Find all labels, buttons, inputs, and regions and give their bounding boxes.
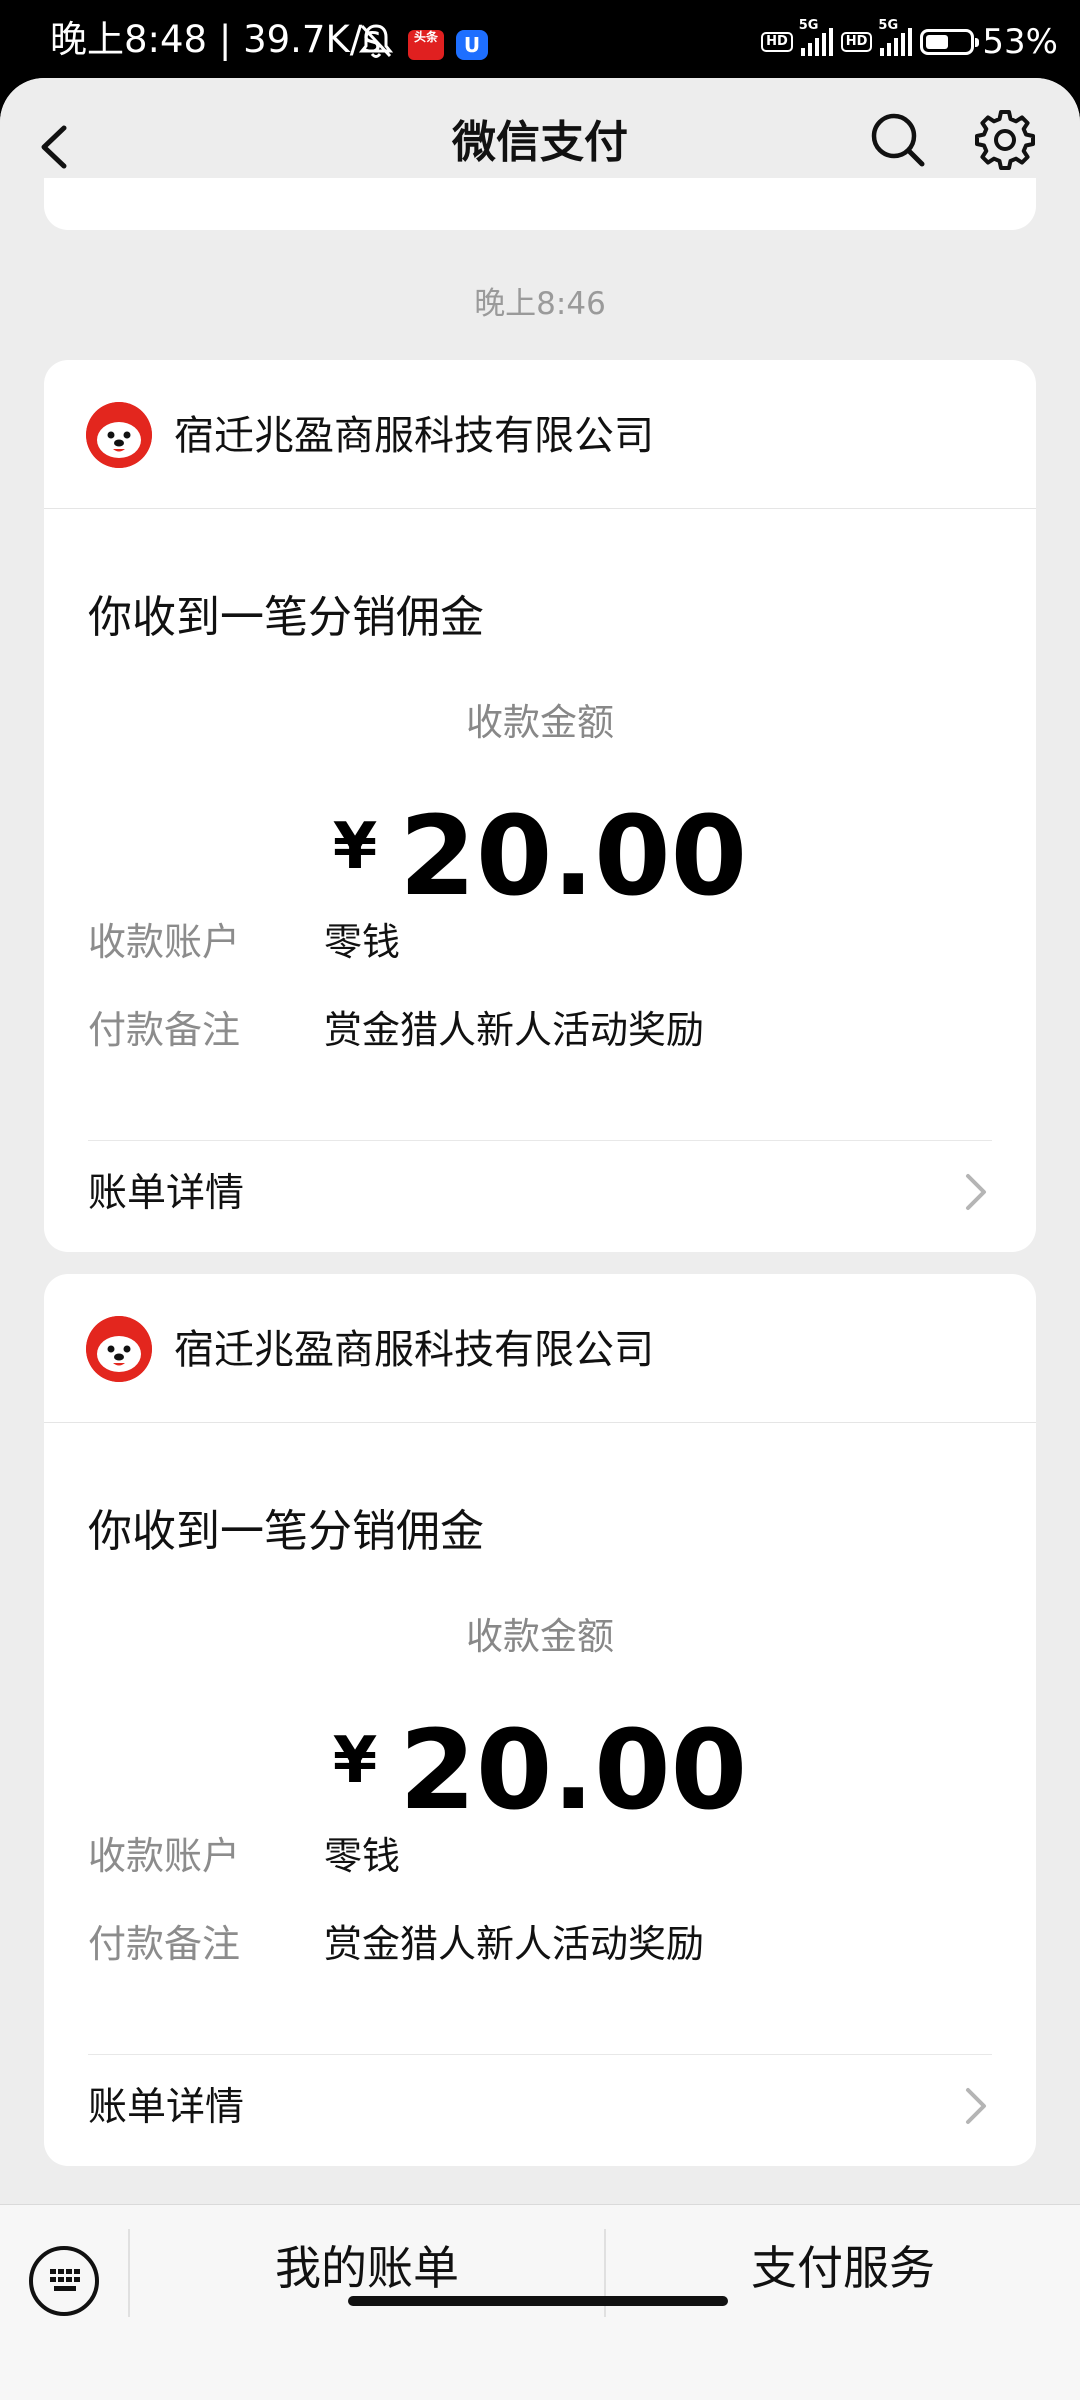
- status-time: 晚上8:48: [50, 18, 208, 61]
- hd-badge: HD: [761, 32, 793, 52]
- memo-key: 付款备注: [88, 1922, 241, 1966]
- gear-icon[interactable]: [974, 108, 1036, 170]
- payment-card: 宿迁兆盈商服科技有限公司 你收到一笔分销佣金 收款金额 ¥20.00 收款账户 …: [44, 360, 1036, 1252]
- amount-label: 收款金额: [466, 1615, 614, 1658]
- merchant-avatar: [86, 1316, 152, 1382]
- card-header[interactable]: 宿迁兆盈商服科技有限公司: [44, 360, 1036, 509]
- merchant-name: 宿迁兆盈商服科技有限公司: [174, 1327, 654, 1373]
- status-time-speed: 晚上8:48 | 39.7K/s: [50, 18, 382, 61]
- message-timestamp: 晚上8:46: [474, 286, 606, 322]
- merchant-name: 宿迁兆盈商服科技有限公司: [174, 413, 654, 459]
- bill-detail-label: 账单详情: [88, 2085, 245, 2130]
- notification-title: 你收到一笔分销佣金: [88, 1506, 484, 1557]
- account-row: 收款账户 零钱: [88, 1826, 996, 1886]
- amount-label: 收款金额: [466, 701, 614, 744]
- bill-detail-link[interactable]: 账单详情: [88, 1160, 996, 1230]
- divider: [88, 1140, 992, 1141]
- chevron-right-icon: [966, 2088, 986, 2124]
- pay-services-button[interactable]: 支付服务: [606, 2233, 1080, 2303]
- account-value: 零钱: [324, 1834, 401, 1878]
- my-bills-button[interactable]: 我的账单: [130, 2233, 604, 2303]
- toutiao-app-icon: 头条: [408, 30, 444, 60]
- keyboard-icon[interactable]: [28, 2245, 100, 2317]
- app-notification-icon: U: [456, 30, 488, 60]
- memo-row: 付款备注 赏金猎人新人活动奖励: [88, 1000, 996, 1060]
- divider: [88, 2054, 992, 2055]
- amount-value: 20.00: [399, 1706, 748, 1834]
- signal-icon: 5G: [799, 18, 833, 56]
- status-right: HD 5G HD 5G 53%: [761, 18, 1058, 62]
- status-bar: 晚上8:48 | 39.7K/s 头条 U HD 5G HD 5G 53%: [0, 0, 1080, 80]
- signal-icon-2: 5G: [878, 18, 913, 56]
- memo-key: 付款备注: [88, 1008, 241, 1052]
- payment-card: 宿迁兆盈商服科技有限公司 你收到一笔分销佣金 收款金额 ¥20.00 收款账户 …: [44, 1274, 1036, 2166]
- memo-value: 赏金猎人新人活动奖励: [324, 1922, 705, 1966]
- card-header[interactable]: 宿迁兆盈商服科技有限公司: [44, 1274, 1036, 1423]
- bell-muted-icon: [358, 24, 394, 58]
- memo-value: 赏金猎人新人活动奖励: [324, 1008, 705, 1052]
- account-key: 收款账户: [88, 1834, 241, 1878]
- search-icon[interactable]: [868, 108, 928, 170]
- previous-card-stub: [44, 178, 1036, 230]
- chevron-right-icon: [966, 1174, 986, 1210]
- account-key: 收款账户: [88, 920, 241, 964]
- account-row: 收款账户 零钱: [88, 912, 996, 972]
- currency-symbol: ¥: [332, 810, 378, 884]
- bill-detail-label: 账单详情: [88, 1171, 245, 1216]
- bill-detail-link[interactable]: 账单详情: [88, 2074, 996, 2144]
- wechat-pay-screen: 微信支付 晚上8:46 宿迁兆盈商服科技有限公司 你收到一笔分销佣金 收款金额 …: [0, 78, 1080, 2400]
- currency-symbol: ¥: [332, 1724, 378, 1798]
- account-value: 零钱: [324, 920, 401, 964]
- home-indicator[interactable]: [348, 2296, 728, 2306]
- memo-row: 付款备注 赏金猎人新人活动奖励: [88, 1914, 996, 1974]
- battery-icon: [920, 29, 980, 55]
- amount-value: 20.00: [399, 792, 748, 920]
- notification-title: 你收到一笔分销佣金: [88, 592, 484, 643]
- battery-percent: 53%: [982, 22, 1058, 62]
- merchant-avatar: [86, 402, 152, 468]
- hd-badge-2: HD: [840, 32, 873, 52]
